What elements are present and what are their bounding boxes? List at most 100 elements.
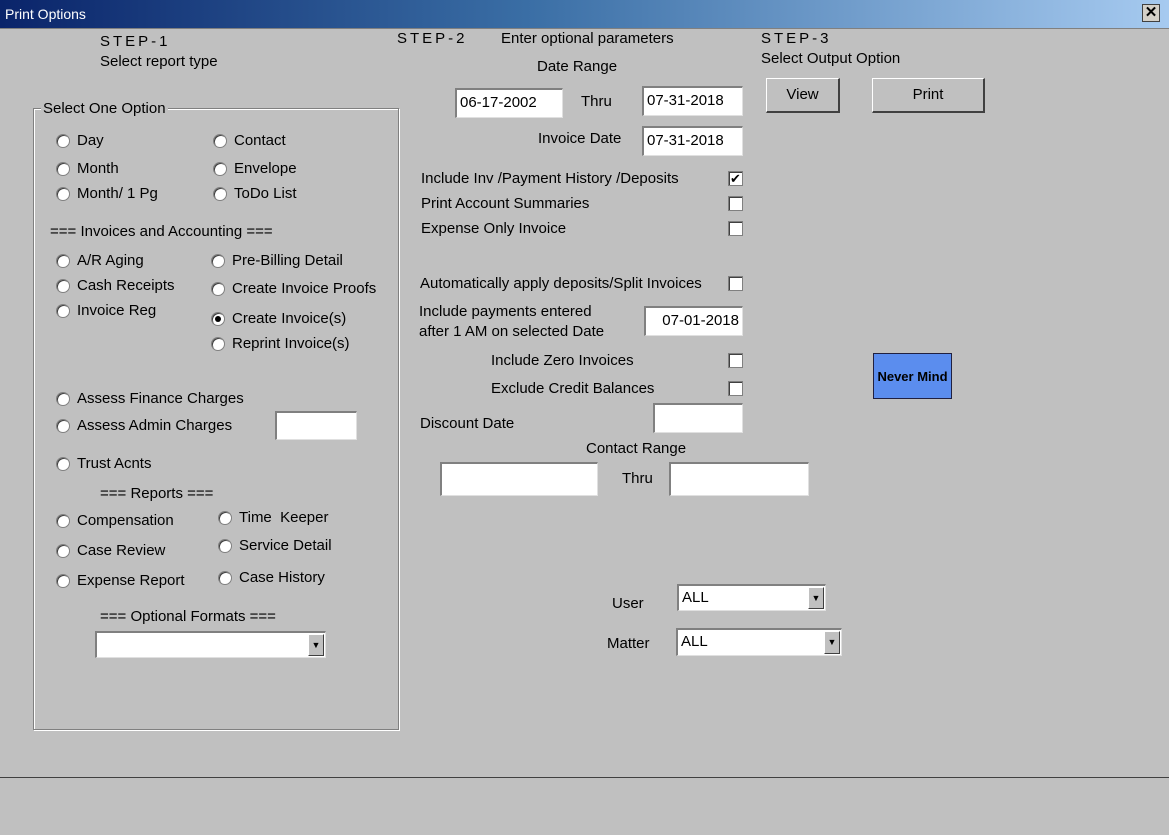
label-day: Day xyxy=(77,132,104,149)
radio-ar-aging[interactable] xyxy=(56,254,70,268)
label-create-invoices: Create Invoice(s) xyxy=(232,310,347,327)
label-trust-acnts: Trust Acnts xyxy=(77,455,152,472)
chevron-down-icon[interactable]: ▼ xyxy=(308,634,324,656)
date-range-label: Date Range xyxy=(537,58,618,75)
bottom-divider xyxy=(0,777,1169,778)
radio-service-detail[interactable] xyxy=(218,539,232,553)
reports-heading: === Reports === xyxy=(100,485,214,502)
label-envelope: Envelope xyxy=(234,160,297,177)
label-case-review: Case Review xyxy=(77,542,166,559)
radio-create-invoice-proofs[interactable] xyxy=(211,282,225,296)
radio-todo-list[interactable] xyxy=(213,187,227,201)
contact-thru-label: Thru xyxy=(622,470,653,487)
account-summaries-checkbox[interactable] xyxy=(728,196,743,211)
radio-pre-billing-detail[interactable] xyxy=(211,254,225,268)
zero-invoices-label: Include Zero Invoices xyxy=(491,352,634,369)
label-compensation: Compensation xyxy=(77,512,174,529)
print-button[interactable]: Print xyxy=(872,78,985,113)
admin-charges-input[interactable] xyxy=(275,411,357,440)
label-cash-receipts: Cash Receipts xyxy=(77,277,175,294)
account-summaries-label: Print Account Summaries xyxy=(421,195,590,212)
radio-reprint-invoices[interactable] xyxy=(211,337,225,351)
invoices-heading: === Invoices and Accounting === xyxy=(50,223,273,240)
expense-only-checkbox[interactable] xyxy=(728,221,743,236)
radio-case-history[interactable] xyxy=(218,571,232,585)
step2-subheading: Enter optional parameters xyxy=(501,30,674,47)
date-to-input[interactable]: 07-31-2018 xyxy=(642,86,743,116)
radio-trust-acnts[interactable] xyxy=(56,457,70,471)
radio-invoice-reg[interactable] xyxy=(56,304,70,318)
view-button[interactable]: View xyxy=(766,78,840,113)
discount-date-input[interactable] xyxy=(653,403,743,433)
formats-heading: === Optional Formats === xyxy=(100,608,276,625)
label-month-1pg: Month/ 1 Pg xyxy=(77,185,158,202)
label-time-keeper: Time Keeper xyxy=(239,509,329,526)
step1-heading: STEP-1 xyxy=(100,33,171,50)
label-reprint-invoices: Reprint Invoice(s) xyxy=(232,335,350,352)
zero-invoices-checkbox[interactable] xyxy=(728,353,743,368)
radio-case-review[interactable] xyxy=(56,544,70,558)
radio-assess-admin-charges[interactable] xyxy=(56,419,70,433)
credit-balances-checkbox[interactable] xyxy=(728,381,743,396)
radio-contact[interactable] xyxy=(213,134,227,148)
invoice-date-input[interactable]: 07-31-2018 xyxy=(642,126,743,156)
matter-value: ALL xyxy=(681,633,708,650)
user-label: User xyxy=(612,595,644,612)
radio-create-invoices[interactable] xyxy=(211,312,225,326)
step3-subheading: Select Output Option xyxy=(761,50,901,67)
checkmark-icon: ✔ xyxy=(730,171,741,186)
contact-to-input[interactable] xyxy=(669,462,809,496)
radio-day[interactable] xyxy=(56,134,70,148)
label-service-detail: Service Detail xyxy=(239,537,332,554)
chevron-down-icon[interactable]: ▼ xyxy=(824,631,840,654)
user-value: ALL xyxy=(682,589,709,606)
radio-month[interactable] xyxy=(56,162,70,176)
title-bar: Print Options ✕ xyxy=(0,0,1169,29)
label-create-invoice-proofs: Create Invoice Proofs xyxy=(232,280,377,297)
matter-label: Matter xyxy=(607,635,650,652)
label-expense-report: Expense Report xyxy=(77,572,185,589)
label-invoice-reg: Invoice Reg xyxy=(77,302,157,319)
label-ar-aging: A/R Aging xyxy=(77,252,144,269)
include-history-checkbox[interactable]: ✔ xyxy=(728,171,743,186)
date-thru-label: Thru xyxy=(581,93,612,110)
label-month: Month xyxy=(77,160,119,177)
auto-apply-checkbox[interactable] xyxy=(728,276,743,291)
label-pre-billing-detail: Pre-Billing Detail xyxy=(232,252,343,269)
group-label: Select One Option xyxy=(41,100,168,117)
radio-time-keeper[interactable] xyxy=(218,511,232,525)
label-contact: Contact xyxy=(234,132,286,149)
radio-compensation[interactable] xyxy=(56,514,70,528)
step3-heading: STEP-3 xyxy=(761,30,832,47)
payments-label-line2: after 1 AM on selected Date xyxy=(419,323,605,340)
label-assess-finance-charges: Assess Finance Charges xyxy=(77,390,244,407)
matter-select[interactable]: ALL ▼ xyxy=(676,628,842,656)
discount-date-label: Discount Date xyxy=(420,415,515,432)
user-select[interactable]: ALL ▼ xyxy=(677,584,826,611)
label-case-history: Case History xyxy=(239,569,325,586)
contact-from-input[interactable] xyxy=(440,462,598,496)
expense-only-label: Expense Only Invoice xyxy=(421,220,567,237)
radio-expense-report[interactable] xyxy=(56,574,70,588)
close-button[interactable]: ✕ xyxy=(1142,4,1160,22)
chevron-down-icon[interactable]: ▼ xyxy=(808,587,824,609)
optional-formats-select[interactable]: ▼ xyxy=(95,631,326,658)
auto-apply-label: Automatically apply deposits/Split Invoi… xyxy=(420,275,702,292)
credit-balances-label: Exclude Credit Balances xyxy=(491,380,655,397)
date-from-input[interactable]: 06-17-2002 xyxy=(455,88,563,118)
invoice-date-label: Invoice Date xyxy=(538,130,622,147)
include-history-label: Include Inv /Payment History /Deposits xyxy=(421,170,679,187)
radio-month-1pg[interactable] xyxy=(56,187,70,201)
radio-cash-receipts[interactable] xyxy=(56,279,70,293)
label-assess-admin-charges: Assess Admin Charges xyxy=(77,417,233,434)
payments-label-line1: Include payments entered xyxy=(419,303,592,320)
label-todo-list: ToDo List xyxy=(234,185,297,202)
contact-range-label: Contact Range xyxy=(586,440,687,457)
payments-date-input[interactable]: 07-01-2018 xyxy=(644,306,743,336)
radio-envelope[interactable] xyxy=(213,162,227,176)
close-icon: ✕ xyxy=(1144,4,1158,21)
never-mind-button[interactable]: Never Mind xyxy=(873,353,952,399)
step2-heading: STEP-2 xyxy=(397,30,468,47)
radio-assess-finance-charges[interactable] xyxy=(56,392,70,406)
window-title: Print Options xyxy=(5,6,86,22)
